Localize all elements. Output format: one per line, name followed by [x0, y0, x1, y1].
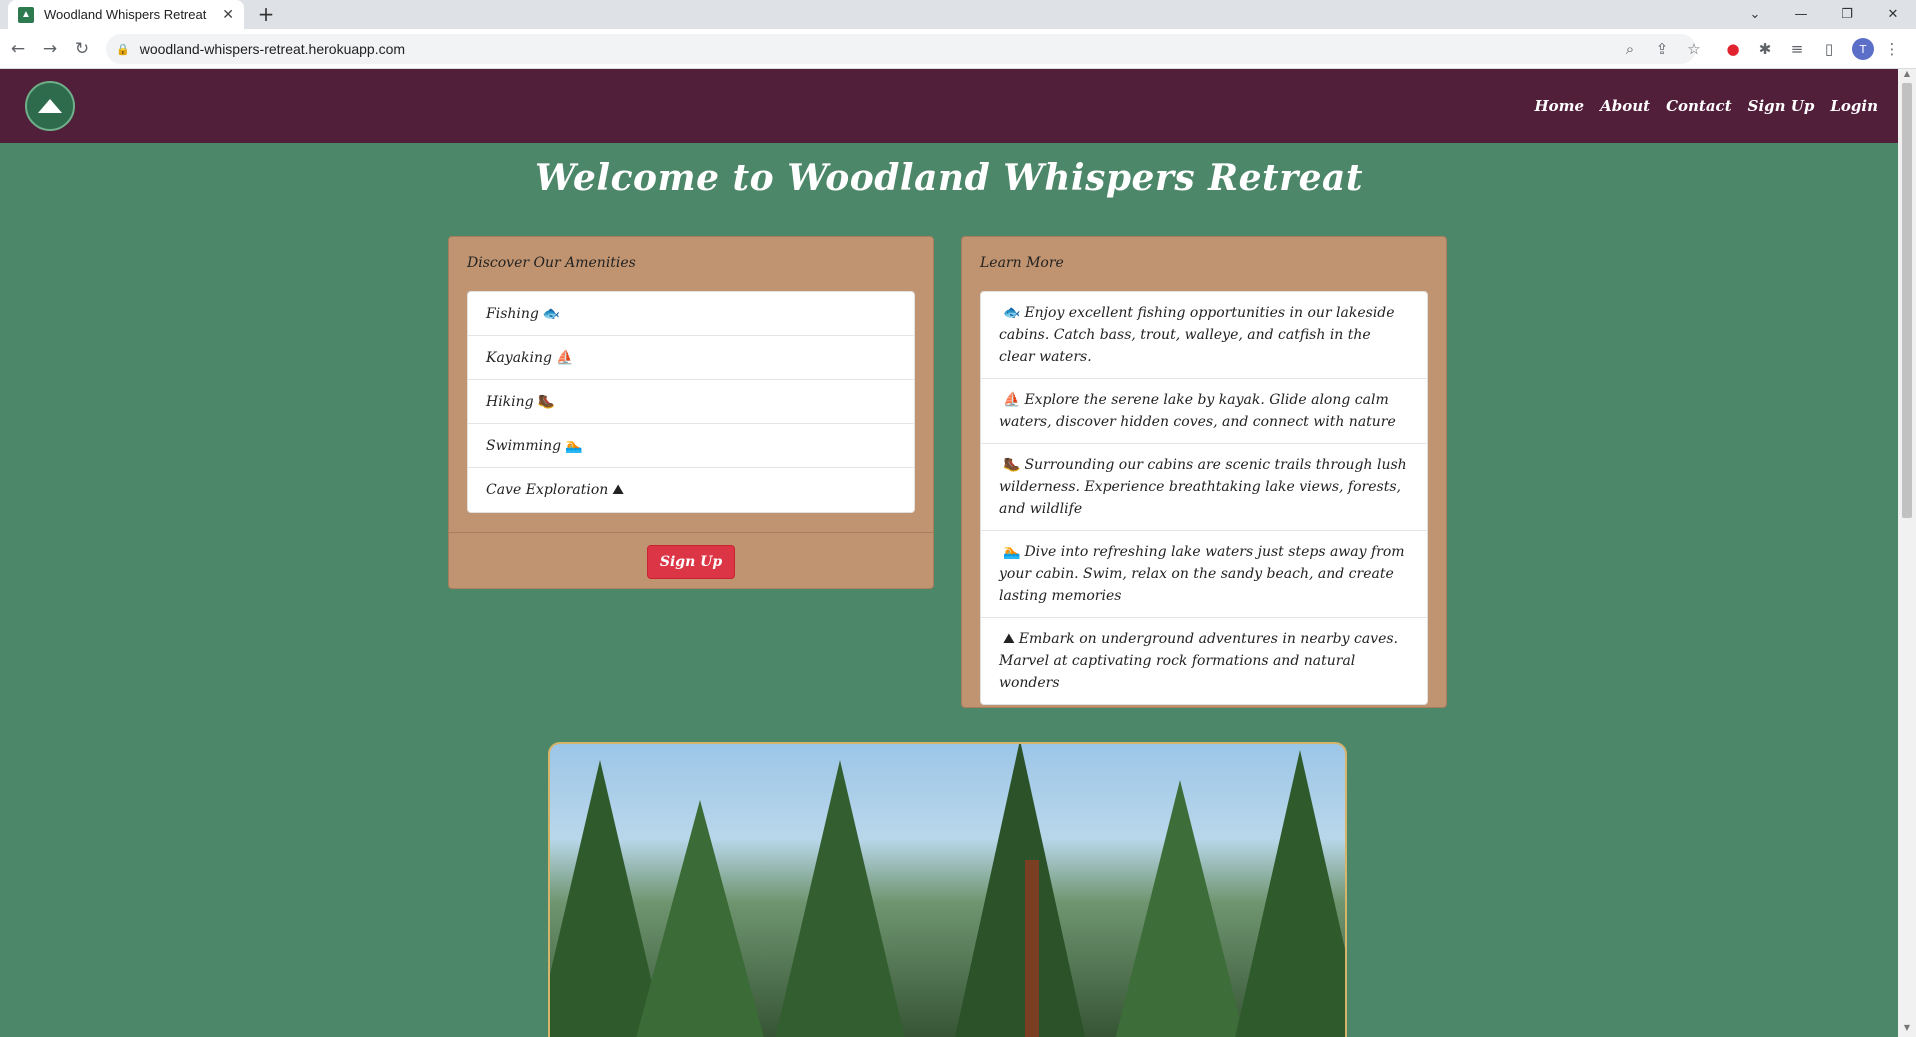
sign-up-button[interactable]: Sign Up [646, 544, 736, 579]
amenity-swimming: Swimming 🏊 [468, 424, 914, 468]
amenities-title: Discover Our Amenities [467, 255, 636, 271]
nav-home[interactable]: Home [1535, 97, 1585, 115]
tree-shape [950, 744, 1090, 1037]
browser-toolbar: ← → ↻ 🔒 woodland-whispers-retreat.heroku… [0, 29, 1916, 69]
address-bar[interactable]: 🔒 woodland-whispers-retreat.herokuapp.co… [106, 34, 1696, 64]
learn-more-text: Surrounding our cabins are scenic trails… [999, 457, 1407, 517]
site-logo[interactable] [25, 81, 75, 131]
learn-more-hiking: 🥾 Surrounding our cabins are scenic trail… [981, 444, 1427, 531]
tree-trunk [1025, 860, 1039, 1037]
restore-button[interactable]: ❐ [1824, 0, 1870, 29]
extensions-puzzle-icon[interactable]: ✱ [1753, 37, 1777, 61]
learn-more-title: Learn More [980, 255, 1064, 271]
profile-avatar[interactable]: T [1852, 38, 1874, 60]
swimmer-icon: 🏊 [1003, 544, 1021, 560]
minimize-button[interactable]: — [1778, 0, 1824, 29]
menu-kebab-icon[interactable]: ⋮ [1880, 37, 1904, 61]
site-favicon-icon: ▲ [18, 6, 34, 23]
scroll-up-icon[interactable]: ▲ [1898, 69, 1916, 83]
amenity-label: Swimming [486, 437, 562, 454]
mountain-icon: ⛰ [1003, 631, 1015, 647]
page-viewport: Home About Contact Sign Up Login Welcome… [0, 69, 1898, 1037]
amenity-label: Kayaking [486, 349, 553, 366]
fish-icon: 🐟 [1003, 305, 1021, 321]
amenity-label: Hiking [486, 393, 534, 410]
nav-about[interactable]: About [1600, 97, 1650, 115]
nav-links: Home About Contact Sign Up Login [1535, 69, 1879, 143]
close-window-button[interactable]: ✕ [1870, 0, 1916, 29]
back-button[interactable]: ← [6, 37, 30, 61]
amenity-cave-exploration: Cave Exploration ⛰ [468, 468, 914, 512]
tree-shape [770, 760, 910, 1037]
nav-login[interactable]: Login [1830, 97, 1878, 115]
fish-icon: 🐟 [542, 305, 561, 322]
url-text: woodland-whispers-retreat.herokuapp.com [139, 41, 406, 57]
browser-tab-bar: ▲ Woodland Whispers Retreat ✕ + ⌄ — ❐ ✕ [0, 0, 1916, 29]
swimmer-icon: 🏊 [565, 437, 583, 454]
nav-sign-up[interactable]: Sign Up [1748, 97, 1815, 115]
opera-extension-icon[interactable]: ● [1721, 37, 1745, 61]
hiking-icon: 🥾 [1003, 457, 1021, 473]
amenity-hiking: Hiking 🥾 [468, 380, 914, 424]
tab-search-icon[interactable]: ⌄ [1732, 0, 1778, 29]
reload-button[interactable]: ↻ [70, 37, 94, 61]
tree-shape [1110, 780, 1250, 1037]
amenity-label: Fishing [486, 305, 539, 322]
learn-more-kayaking: ⛵ Explore the serene lake by kayak. Glide… [981, 379, 1427, 444]
site-navbar: Home About Contact Sign Up Login [0, 69, 1898, 143]
learn-more-caves: ⛰ Embark on underground adventures in nea… [981, 618, 1427, 704]
learn-more-card: Learn More 🐟 Enjoy excellent fishing oppo… [961, 236, 1447, 708]
forward-button[interactable]: → [38, 37, 62, 61]
sailboat-icon: ⛵ [1003, 392, 1021, 408]
amenity-label: Cave Exploration [486, 482, 609, 498]
learn-more-text: Explore the serene lake by kayak. Glide … [999, 392, 1396, 430]
amenities-list: Fishing 🐟 Kayaking ⛵ Hiking 🥾 Swimming 🏊 Cav… [467, 291, 915, 513]
scroll-down-icon[interactable]: ▼ [1898, 1023, 1916, 1037]
learn-more-swimming: 🏊 Dive into refreshing lake waters just s… [981, 531, 1427, 618]
learn-more-text: Dive into refreshing lake waters just st… [999, 544, 1405, 604]
browser-tab[interactable]: ▲ Woodland Whispers Retreat ✕ [8, 0, 244, 29]
learn-more-text: Enjoy excellent fishing opportunities in… [999, 305, 1395, 365]
forest-photo [548, 742, 1347, 1037]
close-tab-icon[interactable]: ✕ [222, 6, 234, 23]
amenities-card: Discover Our Amenities Fishing 🐟 Kayaking… [448, 236, 934, 589]
tab-title: Woodland Whispers Retreat [44, 7, 207, 22]
learn-more-fishing: 🐟 Enjoy excellent fishing opportunities i… [981, 292, 1427, 379]
page-scrollbar[interactable]: ▲ ▼ [1898, 69, 1916, 1037]
amenities-footer: Sign Up [449, 532, 933, 590]
sailboat-icon: ⛵ [556, 349, 574, 366]
tree-shape [1230, 750, 1345, 1037]
learn-more-list: 🐟 Enjoy excellent fishing opportunities i… [980, 291, 1428, 705]
mountain-icon: ⛰ [612, 482, 625, 498]
bookmark-star-icon[interactable]: ☆ [1682, 37, 1706, 61]
zoom-icon[interactable]: ⌕ [1618, 37, 1642, 61]
share-icon[interactable]: ⇪ [1650, 37, 1674, 61]
tree-shape [630, 800, 770, 1037]
hiking-icon: 🥾 [537, 393, 556, 410]
scrollbar-thumb[interactable] [1902, 83, 1912, 518]
media-icon[interactable]: ≡ [1785, 37, 1809, 61]
nav-contact[interactable]: Contact [1666, 97, 1732, 115]
learn-more-text: Embark on underground adventures in near… [999, 631, 1398, 691]
lock-icon: 🔒 [116, 43, 130, 56]
new-tab-button[interactable]: + [254, 4, 278, 26]
side-panel-icon[interactable]: ▯ [1817, 37, 1841, 61]
page-title: Welcome to Woodland Whispers Retreat [535, 157, 1363, 199]
mountain-icon [38, 99, 62, 113]
amenity-kayaking: Kayaking ⛵ [468, 336, 914, 380]
amenity-fishing: Fishing 🐟 [468, 292, 914, 336]
